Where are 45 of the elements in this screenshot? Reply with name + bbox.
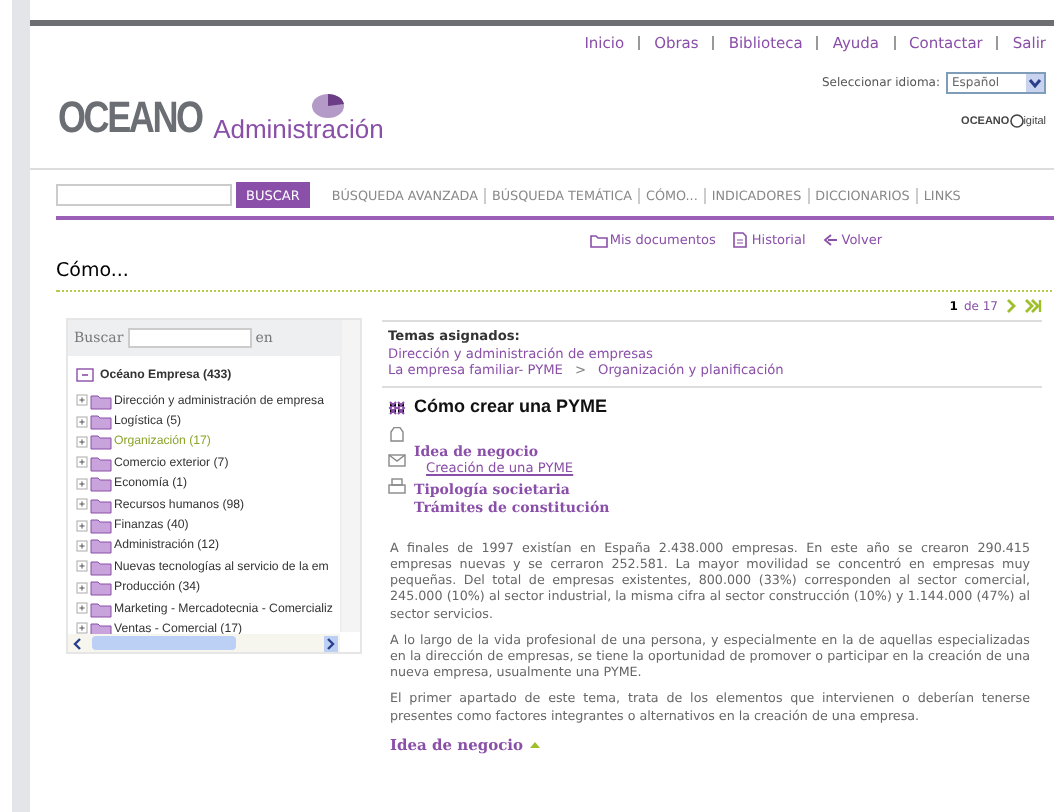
expand-icon[interactable] <box>76 454 88 471</box>
expand-icon[interactable] <box>76 433 88 450</box>
expand-icon[interactable] <box>76 537 88 554</box>
folder-icon <box>90 412 112 431</box>
tree-search-field[interactable] <box>127 328 252 348</box>
folder-icon <box>90 557 112 576</box>
mail-icon[interactable] <box>388 451 406 468</box>
folder-icon <box>90 516 112 535</box>
back-arrow-icon <box>821 232 840 248</box>
expand-icon[interactable] <box>76 413 88 430</box>
next-page-icon[interactable] <box>1004 298 1018 314</box>
logo-product: Administración <box>213 114 384 144</box>
double-x-icon[interactable] <box>388 399 406 416</box>
dropdown-caret-icon <box>1026 74 1044 92</box>
print-icon[interactable] <box>388 477 406 494</box>
expand-icon[interactable] <box>76 475 88 492</box>
section-title: Cómo... <box>56 260 129 282</box>
collapse-toggle-icon[interactable] <box>76 366 94 384</box>
expand-icon[interactable] <box>76 558 88 575</box>
expand-icon[interactable] <box>76 579 88 596</box>
expand-icon[interactable] <box>76 392 88 409</box>
folder-icon <box>589 232 608 248</box>
scrollbar-thumb[interactable] <box>92 636 236 650</box>
expand-icon[interactable] <box>76 600 88 617</box>
expand-icon[interactable] <box>76 517 88 534</box>
document-icon <box>731 232 750 248</box>
pie-chart-icon <box>309 90 346 118</box>
up-arrow-icon[interactable] <box>527 738 542 751</box>
scroll-left-icon[interactable] <box>70 635 84 651</box>
logo-brand: OCEANO <box>58 92 202 144</box>
circle-icon <box>1009 114 1024 128</box>
folder-icon <box>90 453 112 472</box>
folder-icon <box>90 432 112 451</box>
folder-icon <box>90 474 112 493</box>
search-field[interactable] <box>56 184 232 206</box>
folder-icon <box>90 391 112 410</box>
article-title: Cómo crear una PYME <box>414 395 608 416</box>
last-page-icon[interactable] <box>1024 298 1042 314</box>
vertical-scrollbar[interactable] <box>340 320 360 632</box>
folder-icon <box>90 495 112 514</box>
folder-icon <box>90 536 112 555</box>
folder-icon <box>90 578 112 597</box>
scroll-right-icon[interactable] <box>324 635 338 651</box>
expand-icon[interactable] <box>76 496 88 513</box>
folder-icon <box>90 599 112 618</box>
